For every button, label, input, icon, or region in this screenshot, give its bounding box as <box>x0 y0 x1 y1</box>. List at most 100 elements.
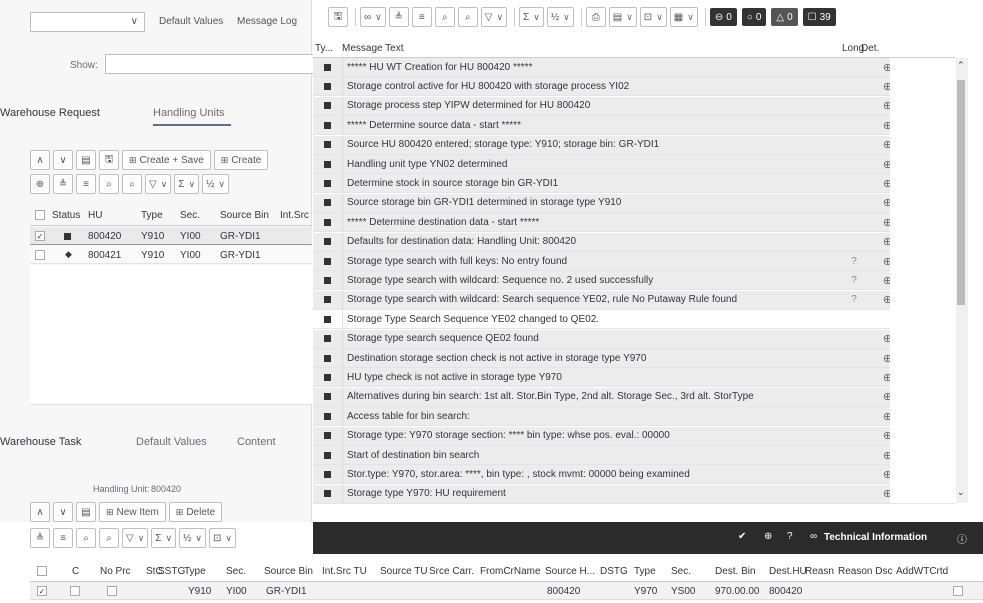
export-icon[interactable]: ⊡ <box>639 7 667 27</box>
glasses-icon[interactable]: ∞ <box>360 7 386 27</box>
list-item[interactable]: Source storage bin GR-YDI1 determined in… <box>313 193 955 213</box>
c-checkbox[interactable] <box>70 586 80 599</box>
filter-icon[interactable]: ▽ <box>122 528 149 548</box>
list-item[interactable]: Storage type search with full keys: No e… <box>313 252 955 271</box>
subtotal-icon[interactable]: ½ <box>202 174 230 194</box>
list-item[interactable]: Storage Type Search Sequence YE02 change… <box>313 310 955 330</box>
column-header[interactable]: Type <box>184 566 206 577</box>
col-sec[interactable]: Sec. <box>180 210 200 221</box>
column-header[interactable]: Source Bin <box>264 566 313 577</box>
list-item[interactable]: ***** HU WT Creation for HU 800420 *****… <box>313 58 955 77</box>
find-icon[interactable]: ⌕ <box>76 528 96 548</box>
details-icon[interactable]: ▤ <box>76 502 96 522</box>
save-icon[interactable]: 🖫 <box>328 7 348 27</box>
list-item[interactable]: Storage type search with wildcard: Seque… <box>313 271 955 291</box>
list-item[interactable]: Alternatives during bin search: 1st alt.… <box>313 387 955 407</box>
column-header[interactable]: No Prc <box>100 566 131 577</box>
find-icon[interactable]: ⌕ <box>99 174 119 194</box>
help-icon[interactable]: ? <box>837 294 871 305</box>
export-icon[interactable]: ⊡ <box>209 528 236 548</box>
column-header[interactable]: Sec. <box>226 566 246 577</box>
column-header[interactable]: Dest.HU <box>769 566 807 577</box>
list-item[interactable]: Defaults for destination data: Handling … <box>313 232 955 252</box>
column-header[interactable]: Source H... <box>545 566 595 577</box>
help-icon[interactable]: ? <box>837 275 871 286</box>
scrollbar-thumb[interactable] <box>957 80 965 305</box>
sort-desc-icon[interactable]: ≡ <box>76 174 96 194</box>
list-item[interactable]: Access table for bin search: ⊕ <box>313 407 955 427</box>
tab-warehouse-request[interactable]: Warehouse Request <box>0 107 100 119</box>
tab-warehouse-task[interactable]: Warehouse Task <box>0 436 81 448</box>
column-header[interactable]: SSTG <box>158 566 185 577</box>
warning-badge[interactable]: △ 0 <box>771 8 798 26</box>
col-status[interactable]: Status <box>52 210 80 221</box>
scroll-up-icon[interactable]: ⌃ <box>957 60 965 71</box>
column-header[interactable]: AddWTCrtd <box>896 566 948 577</box>
message-log-button[interactable]: Message Log <box>237 16 297 27</box>
glasses-icon[interactable]: ∞ <box>810 531 817 542</box>
filter-icon[interactable]: ▽ <box>145 174 172 194</box>
list-item[interactable]: Determine stock in source storage bin GR… <box>313 174 955 194</box>
list-item[interactable]: Stor.type: Y970, stor.area: ****, bin ty… <box>313 465 955 485</box>
list-item[interactable]: Storage type Y970: HU requirement ⊕ <box>313 484 955 504</box>
list-item[interactable]: Handling unit type YN02 determined ⊕ <box>313 155 955 174</box>
col-int-src[interactable]: Int.Src <box>280 210 309 221</box>
list-item[interactable]: Storage control active for HU 800420 wit… <box>313 77 955 97</box>
col-detail[interactable]: Det. <box>861 43 879 54</box>
zoom-icon[interactable]: ⊕ <box>764 531 772 542</box>
subtotal-icon[interactable]: ½ <box>179 528 207 548</box>
create-button[interactable]: ⊞ Create <box>213 150 269 170</box>
layout-icon[interactable]: ▦ <box>669 7 698 27</box>
column-header[interactable]: Reason Dsc <box>838 566 892 577</box>
move-down-button[interactable]: ∨ <box>53 150 73 170</box>
move-up-button[interactable]: ∧ <box>30 150 50 170</box>
col-hu[interactable]: HU <box>88 210 102 221</box>
row-checkbox[interactable]: ✓ <box>35 231 45 242</box>
col-message-text[interactable]: Message Text <box>342 43 404 54</box>
column-header[interactable]: Source TU <box>380 566 428 577</box>
column-header[interactable]: Type <box>634 566 656 577</box>
find-next-icon[interactable]: ⌕ <box>122 174 142 194</box>
info-icon[interactable]: ⓘ <box>957 531 967 546</box>
delete-button[interactable]: ⊞ Delete <box>168 502 223 522</box>
new-item-button[interactable]: ⊞ New Item <box>99 502 166 522</box>
sum-icon[interactable]: Σ <box>151 528 177 548</box>
show-input[interactable] <box>105 54 315 74</box>
scroll-down-icon[interactable]: ⌄ <box>957 487 965 498</box>
print-icon[interactable]: ⎙ <box>585 7 606 27</box>
list-item[interactable]: Storage type search sequence QE02 found ⊕ <box>313 329 955 349</box>
help-icon[interactable]: ? <box>837 256 871 267</box>
sum-icon[interactable]: Σ <box>519 7 544 27</box>
error-badge[interactable]: ⊖ 0 <box>709 8 737 26</box>
col-source-bin[interactable]: Source Bin <box>220 210 269 221</box>
table-row[interactable]: ✓ 800420 Y910 YI00 GR-YDI1 <box>30 227 312 245</box>
zoom-icon[interactable]: ⊕ <box>30 174 50 194</box>
sum-icon[interactable]: Σ <box>174 174 200 194</box>
create-save-button[interactable]: ⊞ Create + Save <box>122 150 211 170</box>
sort-desc-icon[interactable]: ≡ <box>53 528 73 548</box>
select-all-checkbox[interactable] <box>35 210 45 223</box>
column-header[interactable]: Sec. <box>671 566 691 577</box>
details-icon[interactable]: ▤ <box>76 150 96 170</box>
row-checkbox[interactable] <box>35 250 45 263</box>
list-item[interactable]: Storage type: Y970 storage section: ****… <box>313 426 955 446</box>
sort-asc-icon[interactable]: ≜ <box>30 528 50 548</box>
variant-select[interactable]: ∨ <box>30 12 145 32</box>
subtotal-icon[interactable]: ½ <box>546 7 574 27</box>
sort-desc-icon[interactable]: ≡ <box>411 7 432 27</box>
tab-default-values[interactable]: Default Values <box>136 436 207 448</box>
move-down-button[interactable]: ∨ <box>53 502 73 522</box>
info-badge[interactable]: ○ 0 <box>741 8 767 26</box>
select-all-checkbox[interactable] <box>37 566 47 579</box>
col-type[interactable]: Type <box>141 210 163 221</box>
find-next-icon[interactable]: ⌕ <box>457 7 478 27</box>
column-header[interactable]: Int.Src TU <box>322 566 367 577</box>
tab-handling-units[interactable]: Handling Units <box>153 107 225 119</box>
check-icon[interactable]: ✔ <box>738 531 746 542</box>
list-item[interactable]: Destination storage section check is not… <box>313 349 955 368</box>
list-item[interactable]: Source HU 800420 entered; storage type: … <box>313 135 955 155</box>
default-values-button[interactable]: Default Values <box>159 16 223 27</box>
move-up-button[interactable]: ∧ <box>30 502 50 522</box>
technical-information-button[interactable]: Technical Information <box>824 532 927 543</box>
column-header[interactable]: Dest. Bin <box>715 566 756 577</box>
